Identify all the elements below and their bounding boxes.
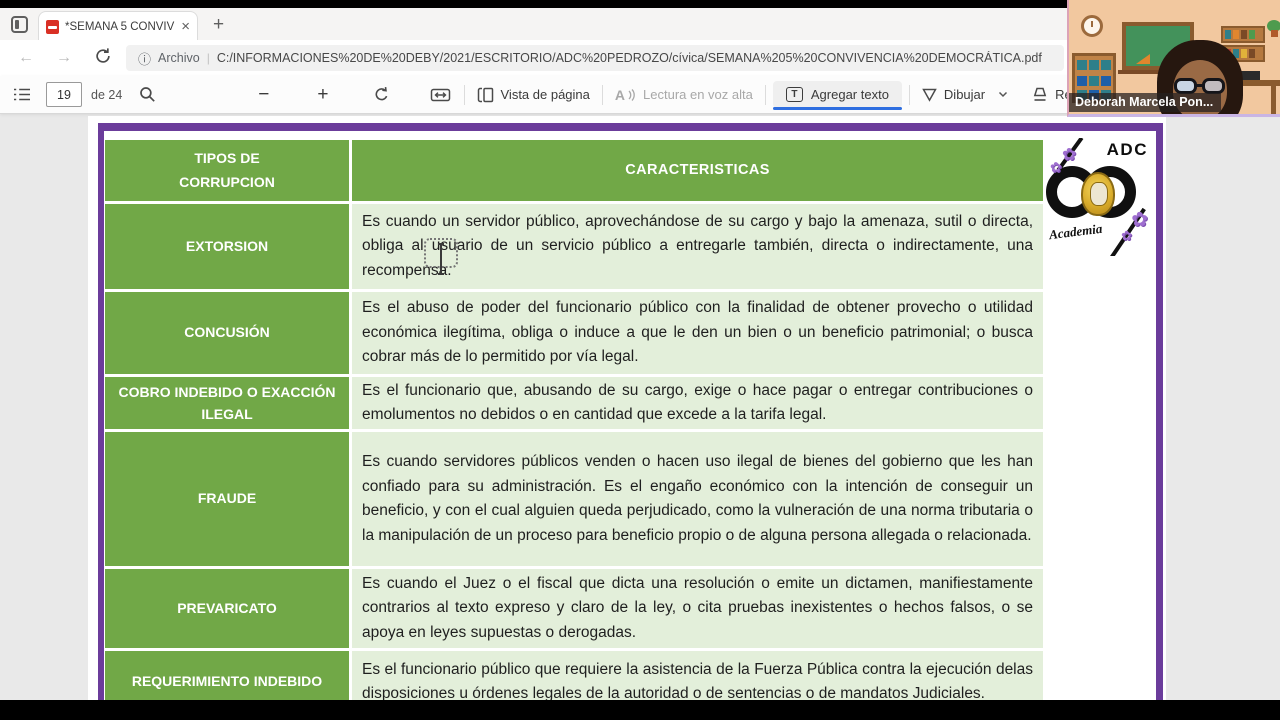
logo-academia-text: Academia: [1048, 220, 1104, 243]
desk-leg-decor: [1271, 86, 1276, 114]
back-icon[interactable]: ←: [18, 48, 34, 68]
url-field[interactable]: ⓘ Archivo | C:/INFORMACIONES%20DE%20DEBY…: [126, 45, 1064, 71]
close-tab-icon[interactable]: ×: [181, 19, 190, 34]
page-border-top: [98, 123, 1163, 131]
plant-decor: [1267, 20, 1280, 37]
url-scheme-label: Archivo: [158, 51, 200, 65]
header-caracteristicas: CARACTERISTICAS: [352, 140, 1043, 201]
flower-icon: ✿: [1121, 228, 1132, 243]
triangle-decor: [1136, 54, 1150, 64]
read-aloud-button[interactable]: A Lectura en voz alta: [610, 87, 758, 103]
row-type-cell: CONCUSIÓN: [105, 292, 349, 374]
page-total-label: de 24: [91, 87, 123, 102]
text-insert-cursor[interactable]: [424, 238, 458, 275]
table-row: CONCUSIÓN Es el abuso de poder del funci…: [105, 292, 1043, 374]
flower-icon: ✿: [1050, 159, 1062, 175]
add-text-icon: T: [785, 87, 803, 102]
pdf-page: TIPOS DE CORRUPCION CARACTERISTICAS EXTO…: [88, 116, 1166, 700]
flower-icon: ✿: [1131, 209, 1148, 231]
draw-label: Dibujar: [943, 87, 986, 102]
row-text-cell: Es el funcionario que, abusando de su ca…: [352, 377, 1043, 429]
search-icon[interactable]: [139, 86, 156, 103]
browser-tab[interactable]: *SEMANA 5 CONVIVENCIA DEM ×: [38, 11, 198, 41]
refresh-icon[interactable]: [94, 47, 112, 70]
rotate-icon[interactable]: [373, 86, 390, 103]
tab-actions-menu-icon[interactable]: [11, 16, 28, 33]
read-aloud-label: Lectura en voz alta: [643, 87, 753, 102]
header-tipos-line2: CORRUPCION: [179, 173, 275, 190]
forward-icon[interactable]: →: [56, 48, 72, 68]
url-divider: |: [206, 51, 210, 65]
logo-adc-text: ADC: [1106, 140, 1148, 159]
page-border-right: [1156, 123, 1163, 700]
row-type-cell: COBRO INDEBIDO O EXACCIÓN ILEGAL: [105, 377, 349, 429]
page-view-label: Vista de página: [500, 87, 590, 102]
page-view-button[interactable]: Vista de página: [472, 87, 595, 103]
toolbar-separator: [601, 84, 603, 105]
screen: *SEMANA 5 CONVIVENCIA DEM × + ← → ⓘ Arch…: [0, 0, 1280, 720]
clock-decor: [1081, 15, 1103, 37]
logo-crest: [1081, 172, 1115, 216]
row-text-cell: Es el funcionario público que requiere l…: [352, 651, 1043, 700]
page-border-left: [98, 123, 104, 700]
url-text: C:/INFORMACIONES%20DE%20DEBY/2021/ESCRIT…: [216, 51, 1042, 65]
zoom-in-button[interactable]: +: [317, 84, 328, 106]
row-type-cell: PREVARICATO: [105, 569, 349, 648]
table-header-row: TIPOS DE CORRUPCION CARACTERISTICAS: [105, 140, 1043, 201]
table-row: PREVARICATO Es cuando el Juez o el fisca…: [105, 569, 1043, 648]
bookshelf-decor: [1221, 26, 1265, 43]
fit-width-icon[interactable]: [430, 87, 451, 103]
draw-button[interactable]: Dibujar: [917, 87, 1013, 102]
table-row: EXTORSION Es cuando un servidor público,…: [105, 204, 1043, 289]
corruption-table: TIPOS DE CORRUPCION CARACTERISTICAS EXTO…: [105, 140, 1043, 700]
glasses-left-lens: [1174, 78, 1197, 94]
flower-icon: ✿: [1062, 145, 1077, 164]
glasses-bridge: [1196, 84, 1203, 87]
table-row: REQUERIMIENTO INDEBIDO Es el funcionario…: [105, 651, 1043, 700]
tab-title: *SEMANA 5 CONVIVENCIA DEM: [65, 20, 175, 33]
participant-name-label: Deborah Marcela Pon...: [1069, 93, 1222, 112]
toolbar-separator: [764, 84, 766, 105]
glasses-right-lens: [1202, 78, 1225, 94]
table-row: FRAUDE Es cuando servidores públicos ven…: [105, 432, 1043, 566]
row-text-cell: Es cuando servidores públicos venden o h…: [352, 432, 1043, 566]
read-aloud-icon: A: [614, 86, 626, 103]
add-text-label: Agregar texto: [810, 87, 889, 102]
row-text-cell: Es el abuso de poder del funcionario púb…: [352, 292, 1043, 374]
chevron-down-icon: [999, 91, 1008, 98]
text-cursor-ibeam-icon: [438, 243, 444, 275]
header-tipos: TIPOS DE CORRUPCION: [105, 140, 349, 201]
page-number-input[interactable]: 19: [46, 82, 82, 107]
new-tab-button[interactable]: +: [213, 15, 224, 34]
adc-academia-logo: ADC ✿ ✿ ✿ ✿ Academia: [1044, 138, 1156, 256]
pdf-file-icon: [46, 19, 59, 34]
toolbar-separator: [463, 84, 465, 105]
info-icon[interactable]: ⓘ: [138, 49, 151, 68]
header-tipos-line1: TIPOS DE: [194, 150, 260, 166]
row-type-cell: REQUERIMIENTO INDEBIDO: [105, 651, 349, 700]
row-text-cell: Es cuando el Juez o el fiscal que dicta …: [352, 569, 1043, 648]
table-of-contents-icon[interactable]: [13, 87, 31, 102]
toolbar-separator: [908, 84, 910, 105]
row-type-cell: EXTORSION: [105, 204, 349, 289]
row-type-cell: FRAUDE: [105, 432, 349, 566]
add-text-button[interactable]: T Agregar texto: [772, 81, 902, 110]
letterbox-bottom: [0, 700, 1280, 720]
webcam-video-tile[interactable]: Deborah Marcela Pon...: [1067, 0, 1280, 117]
table-row: COBRO INDEBIDO O EXACCIÓN ILEGAL Es el f…: [105, 377, 1043, 429]
zoom-out-button[interactable]: −: [258, 84, 269, 106]
